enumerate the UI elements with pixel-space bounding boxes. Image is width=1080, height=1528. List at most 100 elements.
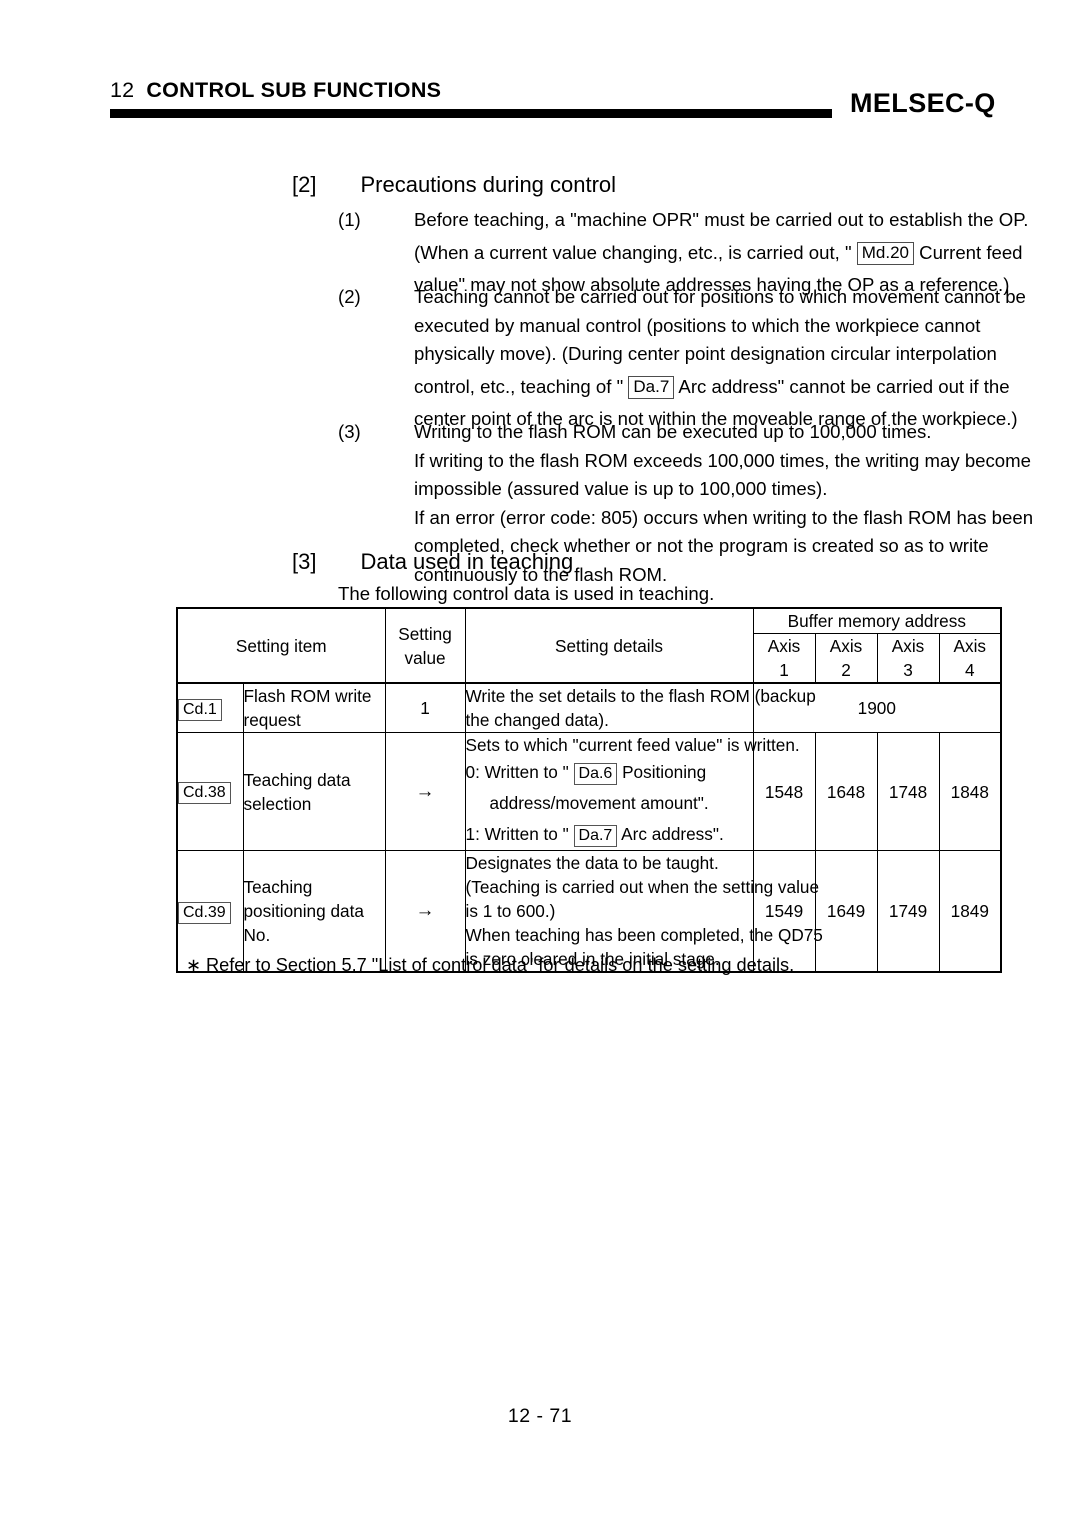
footnote-text: Refer to Section 5.7 "List of control da…: [206, 955, 795, 975]
th-setting-value-line1: Setting: [398, 623, 452, 644]
th-setting-details: Setting details: [464, 607, 754, 684]
cell-setting-value: →: [384, 732, 466, 851]
text-line: address/movement amount".: [489, 793, 709, 813]
th-axis-1-number: 1: [779, 660, 789, 680]
text-line: 1: Written to " Da.7 Arc address".: [466, 819, 753, 850]
reference-chip: Cd.38: [178, 782, 231, 804]
cell-buffer-address-axis-2: 1648: [814, 732, 878, 851]
list-number: (2): [338, 286, 361, 307]
cell-setting-details: Designates the data to be taught. (Teachi…: [464, 850, 823, 973]
brand-label: MELSEC-Q: [850, 88, 996, 118]
chapter-heading: 12 CONTROL SUB FUNCTIONS: [110, 78, 441, 103]
text-line: 0: Written to " Da.6 Positioning: [466, 757, 753, 788]
text-line: positioning data: [243, 901, 364, 921]
table-row: Cd.38 Teaching data selection → Sets to whic…: [176, 732, 1002, 851]
text-line: When teaching has been completed, the QD…: [465, 925, 823, 945]
table-row: Cd.1 Flash ROM write request 1 Write the set…: [176, 682, 1002, 733]
text-line: Teaching: [243, 877, 313, 897]
text-line: Designates the data to be taught.: [465, 853, 719, 873]
text-line: Writing to the flash ROM can be executed…: [414, 421, 932, 442]
running-header: 12 CONTROL SUB FUNCTIONS MELSEC-Q: [110, 78, 995, 124]
text-line: (Teaching is carried out when the settin…: [465, 877, 820, 897]
table-row: Cd.39 Teaching positioning data No. → Designa…: [176, 850, 1002, 973]
cell-buffer-address-axis-2: 1649: [814, 850, 878, 973]
th-axis-2-number: 2: [841, 660, 851, 680]
control-data-table: Setting item Setting value Setting detai…: [176, 607, 1003, 973]
text-line: (When a current value changing, etc., is…: [414, 241, 1023, 265]
cell-buffer-address-axis-4: 1849: [938, 850, 1002, 973]
text-line: Before teaching, a "machine OPR" must be…: [414, 209, 1029, 230]
reference-chip: Da.7: [628, 375, 675, 399]
cell-buffer-address-axis-1: 1549: [752, 850, 816, 973]
chapter-number: 12: [110, 78, 135, 102]
footnote: ∗ Refer to Section 5.7 "List of control d…: [186, 955, 794, 976]
reference-chip: Da.7: [573, 825, 618, 847]
section-3-intro: The following control data is used in te…: [338, 583, 715, 604]
table-header-row-1: Setting item Setting value Setting detai…: [176, 607, 1002, 684]
cell-control-data-chip: Cd.38: [176, 732, 244, 851]
cell-setting-item: Flash ROM write request: [242, 682, 386, 733]
cell-control-data-chip: Cd.39: [176, 850, 244, 973]
th-axis-4: Axis 4: [938, 633, 1002, 684]
th-axis-4-label: Axis: [953, 636, 986, 656]
text-line: control, etc., teaching of " Da.7 Arc ad…: [414, 375, 1010, 399]
table-header: Setting item Setting value Setting detai…: [176, 607, 1002, 684]
text-line: Flash ROM write: [243, 686, 372, 706]
list-number: (1): [338, 209, 361, 230]
th-buffer-memory-address: Buffer memory address: [752, 607, 1002, 634]
th-axis-3-number: 3: [903, 660, 913, 680]
cell-buffer-address-axis-3: 1749: [876, 850, 940, 973]
th-axis-4-number: 4: [964, 660, 975, 680]
th-axis-1-label: Axis: [767, 636, 801, 656]
manual-page: 12 CONTROL SUB FUNCTIONS MELSEC-Q [2] Prec…: [0, 0, 1080, 1528]
reference-chip: Md.20: [856, 241, 914, 265]
table-body: Cd.1 Flash ROM write request 1 Write the set…: [176, 682, 1002, 973]
text-line: If an error (error code: 805) occurs whe…: [414, 506, 1034, 528]
cell-setting-value: 1: [384, 682, 466, 733]
list-number: (3): [338, 421, 361, 442]
cell-setting-item: Teaching data selection: [242, 732, 386, 851]
cell-buffer-address-axis-3: 1748: [876, 732, 940, 851]
th-setting-value-line2: value: [404, 647, 446, 668]
chapter-title: CONTROL SUB FUNCTIONS: [146, 78, 442, 102]
section-3-marker: [3]: [292, 549, 317, 574]
text-line: executed by manual control (positions to…: [414, 314, 981, 336]
th-axis-2-label: Axis: [829, 636, 863, 656]
cell-setting-details: Write the set details to the flash ROM (…: [464, 682, 816, 733]
cell-setting-value: →: [384, 850, 466, 973]
th-axis-2: Axis 2: [814, 633, 878, 684]
section-2-title: Precautions during control: [360, 172, 617, 197]
text-line: If writing to the flash ROM exceeds 100,…: [414, 449, 1031, 471]
text-line: Write the set details to the flash ROM (…: [465, 686, 816, 706]
th-axis-3: Axis 3: [876, 633, 940, 684]
reference-chip: Cd.1: [178, 698, 222, 721]
reference-chip: Da.6: [573, 763, 618, 785]
cell-setting-item: Teaching positioning data No.: [242, 850, 386, 973]
text-line: selection: [243, 793, 312, 814]
section-3-heading: [3] Data used in teaching: [292, 549, 573, 575]
section-2-heading: [2] Precautions during control: [292, 172, 616, 198]
text-line: No.: [243, 925, 271, 945]
text-line: Teaching cannot be carried out for posit…: [414, 286, 1026, 307]
cell-control-data-chip: Cd.1: [176, 682, 244, 733]
th-axis-3-label: Axis: [891, 636, 925, 656]
footnote-asterisk-icon: ∗: [186, 955, 202, 975]
control-data-table-wrapper: Setting item Setting value Setting detai…: [176, 607, 1003, 973]
th-setting-value: Setting value: [384, 607, 466, 684]
section-3-title: Data used in teaching: [360, 549, 574, 574]
reference-chip: Cd.39: [178, 901, 231, 924]
text-line: request: [243, 710, 301, 730]
text-line: Teaching data: [243, 769, 351, 790]
list-text: Teaching cannot be carried out for posit…: [414, 283, 1026, 433]
th-setting-item: Setting item: [176, 607, 386, 684]
header-rule: [110, 109, 832, 118]
text-line: Sets to which "current feed value" is wr…: [465, 735, 800, 755]
text-line: physically move). (During center point d…: [414, 343, 997, 365]
text-line: the changed data).: [465, 710, 609, 730]
section-2-marker: [2]: [292, 172, 317, 197]
cell-buffer-address-axis-4: 1848: [938, 732, 1002, 851]
text-line: impossible (assured value is up to 100,0…: [414, 478, 828, 500]
page-number: 12 - 71: [507, 1405, 573, 1427]
th-axis-1: Axis 1: [752, 633, 816, 684]
text-line: is 1 to 600.): [465, 901, 556, 921]
